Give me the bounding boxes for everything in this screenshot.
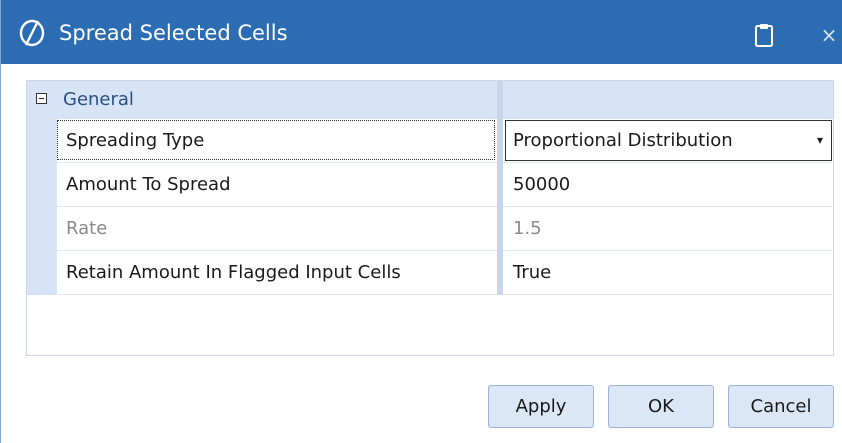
window-title: Spread Selected Cells: [59, 21, 288, 45]
ok-button[interactable]: OK: [608, 385, 714, 428]
property-row-amount-to-spread[interactable]: Amount To Spread 50000: [57, 163, 833, 207]
amount-to-spread-value[interactable]: 50000: [513, 163, 570, 206]
apply-button[interactable]: Apply: [488, 385, 594, 428]
property-name: Rate: [66, 218, 108, 239]
property-grid: General Spreading Type Proportional Dist…: [26, 80, 834, 356]
dropdown-value: Proportional Distribution: [513, 130, 733, 151]
category-general[interactable]: General: [27, 81, 833, 119]
spreading-type-dropdown[interactable]: Proportional Distribution ▾: [505, 120, 832, 161]
property-row-rate: Rate 1.5: [57, 207, 833, 251]
clipboard-icon[interactable]: [753, 22, 775, 48]
rate-value: 1.5: [513, 218, 542, 239]
close-button[interactable]: ×: [816, 22, 842, 48]
title-bar[interactable]: Spread Selected Cells ×: [1, 0, 842, 64]
category-label: General: [63, 89, 134, 110]
property-row-retain-amount[interactable]: Retain Amount In Flagged Input Cells Tru…: [57, 251, 833, 295]
collapse-icon[interactable]: [36, 93, 47, 104]
chevron-down-icon[interactable]: ▾: [817, 121, 823, 160]
row-header-strip: [27, 119, 57, 295]
property-name: Retain Amount In Flagged Input Cells: [66, 262, 401, 283]
property-name: Amount To Spread: [66, 174, 231, 195]
cancel-button[interactable]: Cancel: [728, 385, 834, 428]
column-splitter[interactable]: [497, 81, 503, 295]
spread-selected-cells-dialog: Spread Selected Cells × General Spreadin…: [0, 0, 842, 443]
retain-amount-value[interactable]: True: [513, 251, 551, 294]
property-row-spreading-type[interactable]: Spreading Type Proportional Distribution…: [57, 119, 833, 163]
property-name: Spreading Type: [66, 130, 205, 151]
onestream-logo-icon: [17, 18, 47, 48]
